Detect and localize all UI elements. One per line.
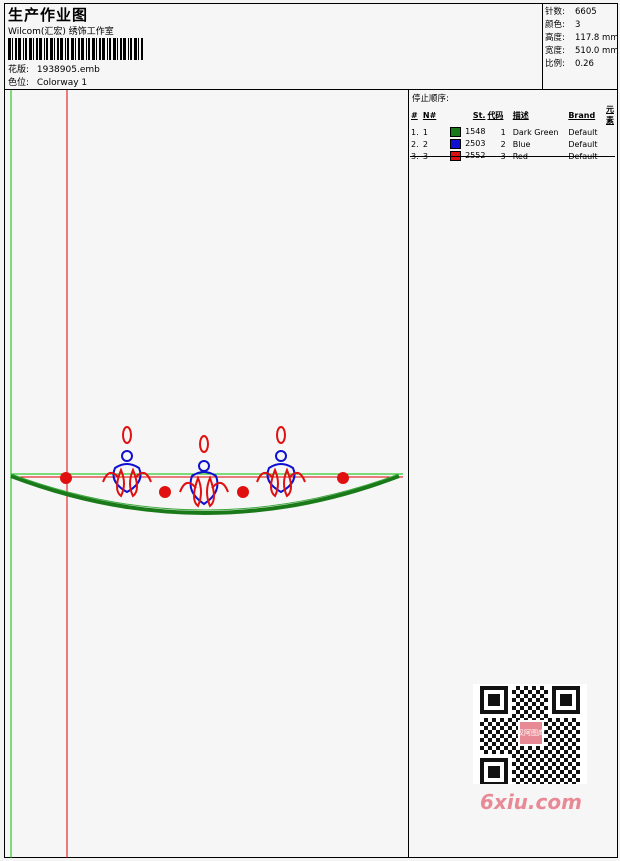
red-flower-motifs [60,472,349,498]
ornament-center [179,435,229,508]
row-brand: Default [568,127,598,137]
col-header: 描述 [512,110,529,120]
header-info: 生产作业图 Wilcom(汇宏) 绣饰工作室 花版: 1938905.emb 色… [5,4,543,90]
row-num: 1. [411,127,419,137]
ornament-right [256,426,306,498]
row-code: 1 [500,127,506,137]
colorway-row: 色位: Colorway 1 [8,75,87,88]
stat-stitches: 针数: 6605 [545,7,597,17]
stat-height: 高度: 117.8 mm [545,33,619,43]
colorway-label: 色位: [8,78,30,88]
production-worksheet: 生产作业图 Wilcom(汇宏) 绣饰工作室 花版: 1938905.emb 色… [4,3,619,858]
row-desc: Blue [512,139,531,149]
row-element [605,138,615,150]
stat-colors: 颜色: 3 [545,20,581,30]
row-desc: Dark Green [512,127,559,137]
design-file-row: 花版: 1938905.emb [8,62,100,75]
row-stitches: 2503 [449,138,486,150]
qr-center-label: 汉阿图库 [517,728,545,737]
ornament-left [102,426,152,498]
qr-code: 汉阿图库 [473,684,587,786]
row-stitches: 1548 [449,126,486,138]
stat-width: 宽度: 510.0 mm [545,46,619,56]
color-swatch [450,127,462,137]
col-header: 代码 [487,110,504,120]
stop-sequence-table: # N# St. 代码 描述 Brand 元素 1. 1 1548 1 Dark Gre… [410,104,615,162]
watermark-text: 6xiu.com [480,790,582,814]
col-header: Brand [568,110,596,120]
sequence-title: 停止顺序: [412,94,449,104]
barcode [8,38,143,60]
embroidery-design-preview [5,90,409,858]
stats-box: 针数: 6605 颜色: 3 高度: 117.8 mm 宽度: 510.0 mm 比例:… [543,4,619,90]
table-row: 1. 1 1548 1 Dark Green Default [410,126,615,138]
stat-scale: 比例: 0.26 [545,59,594,69]
design-canvas [10,90,403,858]
design-file-value: 1938905.emb [36,65,100,75]
col-header: 元素 [606,105,614,125]
col-header: N# [422,110,437,120]
colorway-value: Colorway 1 [36,78,88,88]
color-swatch [450,139,462,149]
row-code: 2 [500,139,506,149]
col-header: St. [472,110,486,120]
design-file-label: 花版: [8,65,30,75]
col-header: # [411,110,418,120]
divider [410,156,615,157]
row-brand: Default [568,139,598,149]
row-element [605,126,615,138]
row-n: 2 [422,139,428,149]
row-num: 2. [411,139,419,149]
row-n: 1 [422,127,428,137]
page-title: 生产作业图 [8,6,89,24]
company-name: Wilcom(汇宏) 绣饰工作室 [8,27,114,37]
table-header-row: # N# St. 代码 描述 Brand 元素 [410,104,615,126]
table-row: 2. 2 2503 2 Blue Default [410,138,615,150]
